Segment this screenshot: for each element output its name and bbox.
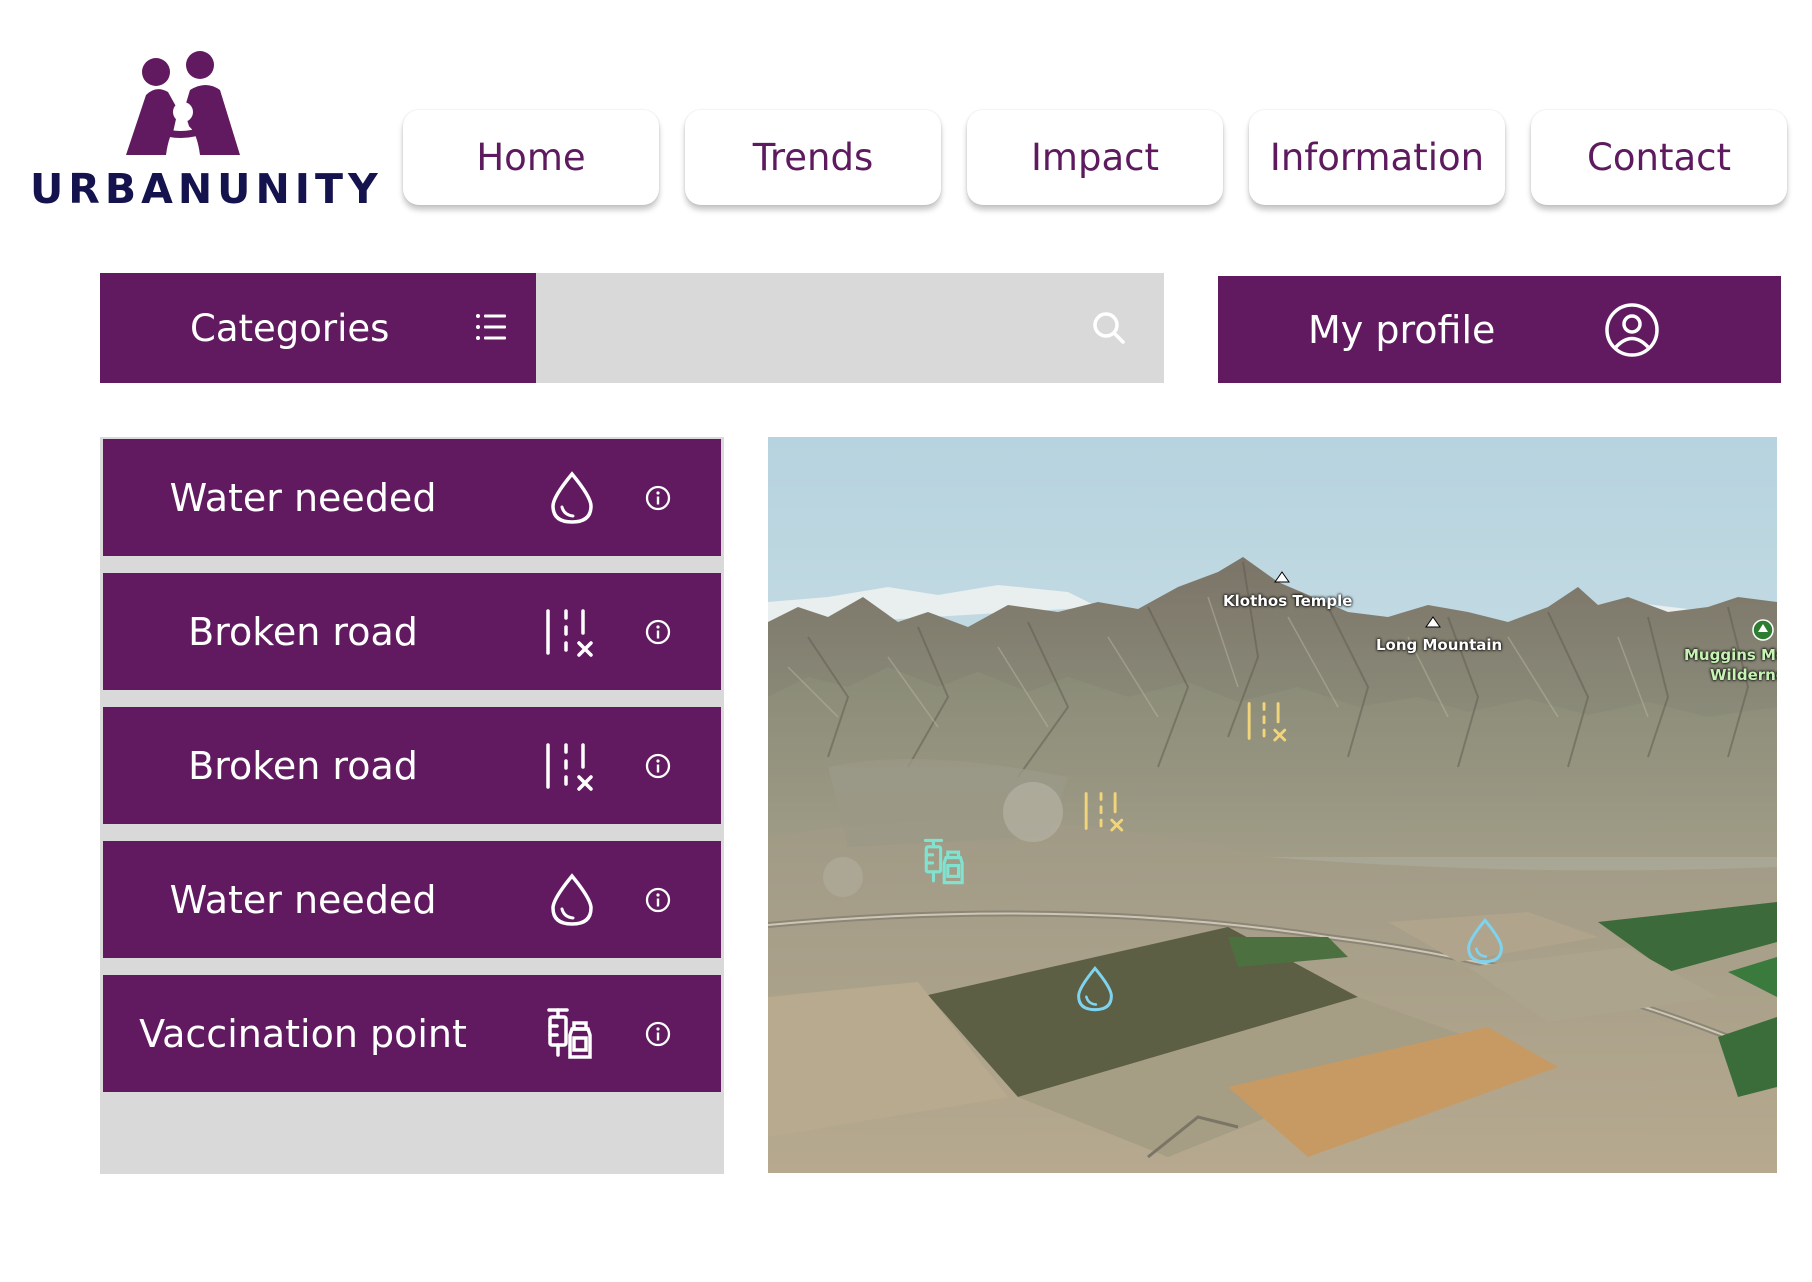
- nav-trends-button[interactable]: Trends: [685, 110, 941, 205]
- terrain-map-image: [768, 437, 1777, 1173]
- water-drop-icon: [551, 471, 593, 524]
- vaccination-map-marker-icon[interactable]: [920, 836, 972, 888]
- my-profile-button[interactable]: My profile: [1218, 276, 1781, 383]
- report-list: Water needed Broken road Broken road Wat…: [100, 437, 724, 1174]
- list-item[interactable]: Water needed: [103, 439, 721, 556]
- map-label-park-line1: Muggins Mo: [1684, 646, 1777, 664]
- nav-home-button[interactable]: Home: [403, 110, 659, 205]
- categories-button[interactable]: Categories: [100, 273, 536, 383]
- peak-marker-icon: [1425, 616, 1441, 628]
- list-item[interactable]: Broken road: [103, 707, 721, 824]
- list-item[interactable]: Water needed: [103, 841, 721, 958]
- report-label: Water needed: [169, 877, 437, 922]
- broken-road-icon: [546, 743, 593, 791]
- search-bar: [536, 273, 1164, 383]
- info-icon[interactable]: [644, 484, 672, 512]
- broken-road-icon: [546, 609, 593, 657]
- info-icon[interactable]: [644, 618, 672, 646]
- list-item[interactable]: Vaccination point: [103, 975, 721, 1092]
- report-label: Water needed: [169, 475, 437, 520]
- nav-information-button[interactable]: Information: [1249, 110, 1505, 205]
- my-profile-label: My profile: [1308, 308, 1496, 352]
- main-nav: Home Trends Impact Information Contact: [403, 110, 1787, 205]
- water-map-marker-icon[interactable]: [1070, 961, 1120, 1017]
- info-icon[interactable]: [644, 1020, 672, 1048]
- nav-impact-button[interactable]: Impact: [967, 110, 1223, 205]
- broken-road-map-marker-icon[interactable]: [1081, 787, 1131, 835]
- search-input[interactable]: [556, 303, 1076, 353]
- list-item[interactable]: Broken road: [103, 573, 721, 690]
- map-label-park-line2: Wilderne: [1710, 666, 1777, 684]
- report-label: Broken road: [188, 609, 418, 654]
- broken-road-map-marker-icon[interactable]: [1244, 697, 1294, 745]
- park-marker-icon: [1752, 619, 1774, 641]
- water-map-marker-icon[interactable]: [1460, 913, 1510, 969]
- report-label: Vaccination point: [139, 1011, 467, 1056]
- map-label-long-mountain: Long Mountain: [1376, 636, 1503, 654]
- search-icon[interactable]: [1090, 309, 1128, 347]
- brand-logo[interactable]: URBANUNITY: [28, 50, 378, 213]
- water-drop-icon: [551, 873, 593, 926]
- map-view[interactable]: Klothos Temple Long Mountain Muggins Mo …: [768, 437, 1777, 1173]
- categories-label: Categories: [190, 306, 390, 350]
- vaccination-icon: [547, 1008, 592, 1059]
- map-label-klothos-temple: Klothos Temple: [1223, 592, 1353, 610]
- user-circle-icon: [1605, 303, 1659, 357]
- info-icon[interactable]: [644, 886, 672, 914]
- list-icon: [476, 314, 506, 340]
- report-label: Broken road: [188, 743, 418, 788]
- brand-name: URBANUNITY: [30, 165, 383, 213]
- family-logo-icon: [126, 51, 240, 155]
- nav-contact-button[interactable]: Contact: [1531, 110, 1787, 205]
- info-icon[interactable]: [644, 752, 672, 780]
- peak-marker-icon: [1274, 571, 1290, 583]
